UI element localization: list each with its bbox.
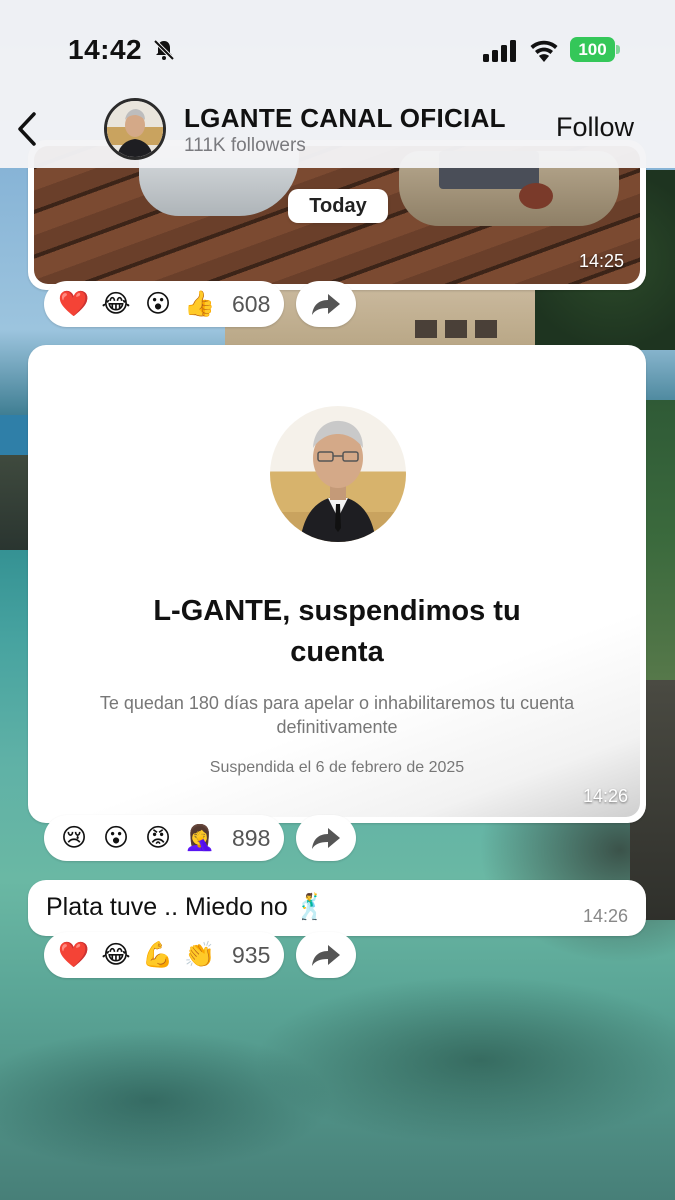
message-time: 14:26 (582, 906, 628, 926)
reaction-count: 608 (232, 290, 271, 317)
reactions-bar[interactable]: ❤️ 😂 😮 👍 608 (44, 281, 285, 327)
wallpaper-sea (0, 415, 30, 455)
card-title: L-GANTE, suspendimos tu cuenta (153, 595, 521, 668)
wallpaper-rocks-left (0, 455, 30, 550)
reaction-emoji: ❤️ (58, 940, 90, 969)
reaction-emoji: 😡 (144, 823, 172, 852)
forward-arrow-icon (312, 294, 340, 315)
channel-name[interactable]: LGANTE CANAL OFICIAL (184, 103, 506, 134)
forward-arrow-icon (312, 828, 340, 849)
wallpaper-greenery (645, 400, 675, 680)
profile-photo (270, 406, 406, 542)
card-subtitle: Te quedan 180 días para apelar o inhabil… (99, 693, 575, 737)
reaction-emoji: 😢 (60, 823, 88, 852)
chevron-left-icon (18, 112, 36, 146)
suspension-date: Suspendida el 6 de febrero de 2025 (209, 759, 465, 776)
reaction-count: 898 (232, 824, 271, 851)
channel-avatar[interactable] (104, 98, 166, 160)
reaction-emoji: 👍 (184, 289, 216, 318)
reaction-emoji: 💪 (142, 940, 174, 969)
battery-level: 100 (570, 37, 615, 62)
reaction-emoji: 👏 (184, 940, 216, 969)
forward-button[interactable] (296, 281, 356, 327)
followers-count: 111K followers (184, 135, 306, 156)
reactions-bar[interactable]: 😢 😮 😡 🤦‍♀️ 898 (44, 815, 285, 861)
forward-button[interactable] (296, 932, 356, 978)
reactions-bar[interactable]: ❤️ 😂 💪 👏 935 (44, 932, 285, 978)
status-time: 14:42 (68, 34, 143, 65)
cellular-signal-icon (483, 40, 516, 62)
forward-arrow-icon (312, 945, 340, 966)
battery-icon: 100 (570, 37, 620, 62)
channel-header: 14:42 100 LGANTE CANAL OFICIAL 111K foll… (0, 0, 675, 168)
message-time: 14:25 (578, 251, 624, 271)
suspension-card[interactable]: L-GANTE, suspendimos tu cuenta Te quedan… (34, 351, 640, 817)
forward-button[interactable] (296, 815, 356, 861)
follow-button[interactable]: Follow (556, 112, 634, 143)
bell-slash-icon (153, 39, 175, 61)
reaction-emoji: 😮 (102, 823, 130, 852)
text-message[interactable]: Plata tuve .. Miedo no 🕺 14:26 (28, 880, 646, 936)
reaction-emoji: 😮 (144, 289, 172, 318)
reaction-emoji: 🤦‍♀️ (184, 823, 216, 852)
reaction-emoji: 😂 (101, 940, 131, 969)
reaction-count: 935 (232, 941, 271, 968)
back-button[interactable] (10, 106, 44, 152)
message-time: 14:26 (582, 786, 628, 806)
reaction-emoji: 😂 (101, 289, 131, 318)
message-text: Plata tuve .. Miedo no 🕺 (46, 893, 326, 921)
wifi-icon (530, 40, 558, 62)
reaction-emoji: ❤️ (58, 289, 90, 318)
card-message[interactable]: L-GANTE, suspendimos tu cuenta Te quedan… (28, 345, 646, 823)
date-separator: Today (288, 189, 388, 223)
